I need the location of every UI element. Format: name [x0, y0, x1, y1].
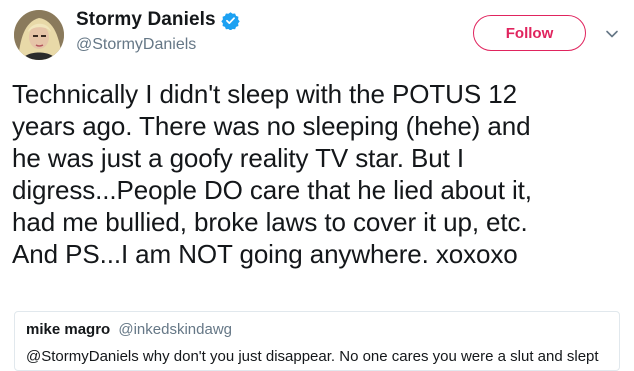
quoted-tweet-header: mike magro @inkedskindawg — [26, 321, 232, 338]
verified-badge-icon — [221, 11, 240, 31]
quoted-tweet-handle: @inkedskindawg — [118, 321, 232, 338]
quoted-tweet[interactable]: mike magro @inkedskindawg @StormyDaniels… — [14, 311, 620, 371]
chevron-down-icon[interactable] — [604, 26, 620, 42]
tweet-text: Technically I didn't sleep with the POTU… — [12, 79, 532, 269]
quoted-tweet-display-name: mike magro — [26, 321, 111, 338]
author-name-row: Stormy Daniels — [76, 8, 240, 32]
follow-button[interactable]: Follow — [473, 15, 586, 51]
author-handle[interactable]: @StormyDaniels — [76, 36, 240, 54]
tweet-card: Stormy Daniels @StormyDaniels Follow Tec… — [0, 0, 634, 371]
avatar[interactable] — [14, 10, 64, 60]
author-block: Stormy Daniels @StormyDaniels — [76, 8, 240, 54]
quoted-tweet-text: @StormyDaniels why don't you just disapp… — [26, 348, 599, 365]
author-display-name[interactable]: Stormy Daniels — [76, 9, 216, 31]
